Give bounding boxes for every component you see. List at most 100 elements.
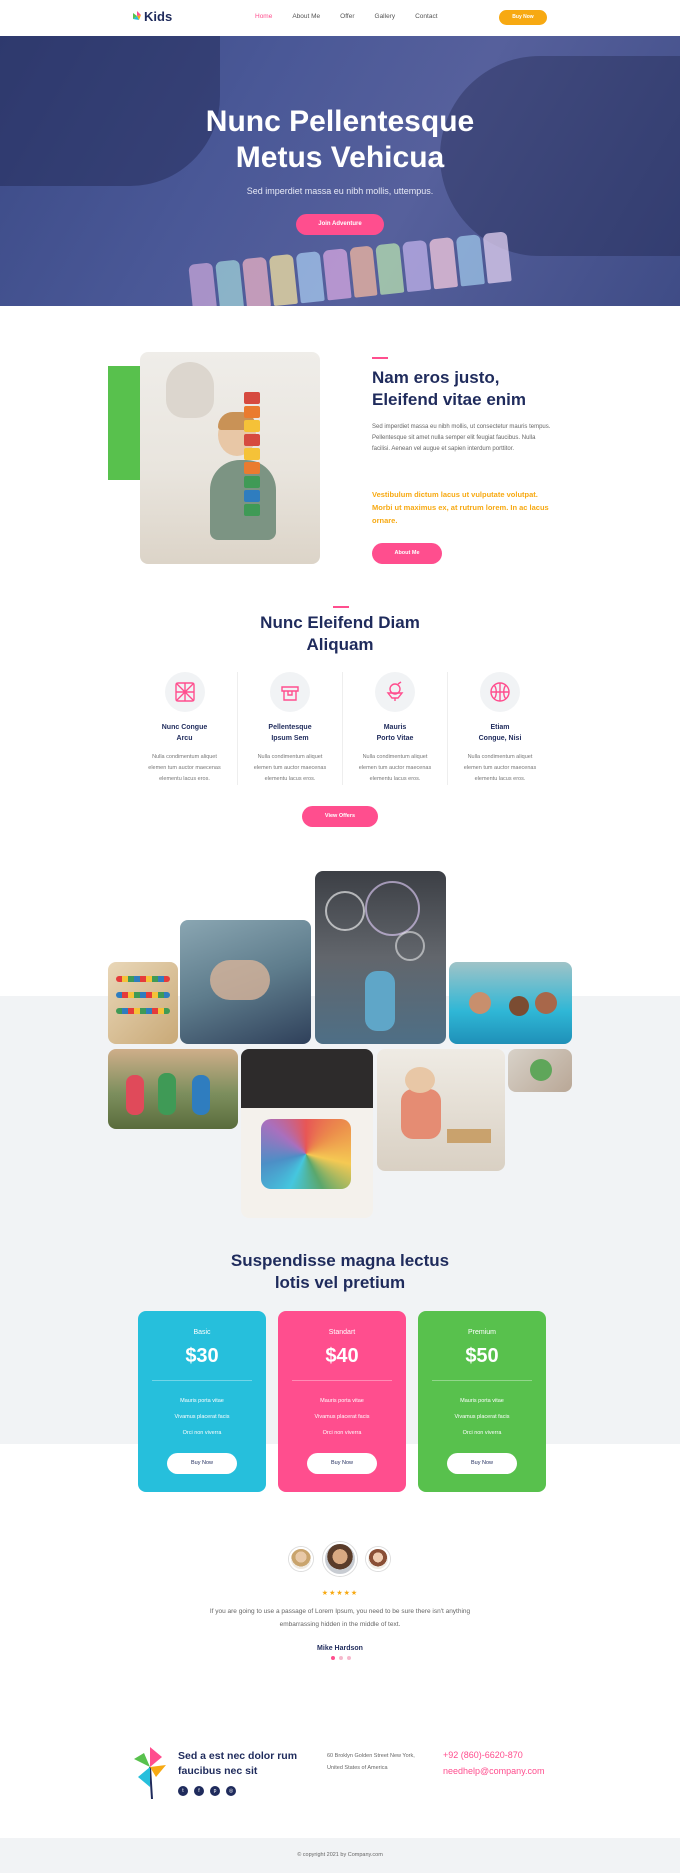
hero-title-line2: Metus Vehicua <box>235 141 445 174</box>
carousel-dot[interactable] <box>347 1656 351 1660</box>
avatar-active[interactable] <box>323 1542 357 1576</box>
feature-desc: Nulla condimentum aliquet elemen tum auc… <box>253 754 327 782</box>
nav-link-offer[interactable]: Offer <box>340 13 354 20</box>
gallery-photo-pool[interactable] <box>449 962 572 1044</box>
copyright-text: © copyright 2021 by Company.com <box>297 1852 383 1858</box>
plan-feature: Orci non viverra <box>182 1430 222 1436</box>
footer-title: Sed a est nec dolor rum faucibus nec sit <box>178 1750 298 1777</box>
about-photo <box>140 352 320 564</box>
feature-name: Nunc Congue Arcu <box>132 722 237 744</box>
buy-standart-button[interactable]: Buy Now <box>307 1453 377 1474</box>
ice-cream-icon <box>375 672 415 712</box>
feature-card: Mauris Porto Vitae Nulla condimentum aliq… <box>342 672 447 785</box>
pricing-title: Suspendisse magna lectus lotis vel preti… <box>0 1250 680 1294</box>
plan-feature: Mauris porta vitae <box>180 1398 224 1404</box>
plan-feature: Mauris porta vitae <box>460 1398 504 1404</box>
hero-title-line1: Nunc Pellentesque <box>205 105 475 138</box>
gallery-photo-running[interactable] <box>108 1049 238 1129</box>
feature-desc: Nulla condimentum aliquet elemen tum auc… <box>463 754 537 782</box>
landing-page: Kids Home About Me Offer Gallery Contact… <box>0 0 680 1873</box>
features-title-line1: Nunc Eleifend Diam <box>260 613 420 632</box>
block-tower <box>244 420 260 432</box>
plan-feature: Mauris porta vitae <box>320 1398 364 1404</box>
feature-name-line2: Porto Vitae <box>376 735 414 742</box>
basketball-icon <box>480 672 520 712</box>
gallery-photo-bubbles[interactable] <box>315 871 446 1044</box>
block-tower <box>244 392 260 404</box>
features-dash <box>333 606 349 608</box>
nav-link-contact[interactable]: Contact <box>415 13 437 20</box>
address-line2: United States of America <box>327 1765 388 1771</box>
gallery-photo-blocks[interactable] <box>180 920 311 1044</box>
plan-divider <box>292 1380 392 1381</box>
view-offers-button[interactable]: View Offers <box>302 806 378 827</box>
block-tower <box>244 448 260 460</box>
nav-link-about[interactable]: About Me <box>292 13 320 20</box>
footer-email[interactable]: needhelp@company.com <box>443 1766 545 1776</box>
feature-name-line2: Ipsum Sem <box>271 735 309 742</box>
plan-divider <box>152 1380 252 1381</box>
plan-feature: Orci non viverra <box>322 1430 362 1436</box>
gallery-photo-mask[interactable] <box>508 1049 572 1092</box>
plan-feature: Orci non viverra <box>462 1430 502 1436</box>
feature-card: Pellentesque Ipsum Sem Nulla condimentum … <box>237 672 342 785</box>
pricing-cards: Basic $30 Mauris porta vitae Vivamus pla… <box>138 1311 546 1492</box>
footer-address: 60 Broklyn Golden Street New York, Unite… <box>327 1750 437 1774</box>
feature-name: Pellentesque Ipsum Sem <box>238 722 342 744</box>
nav-link-gallery[interactable]: Gallery <box>375 13 396 20</box>
block-tower <box>244 490 260 502</box>
gallery-photo-abacus[interactable] <box>108 962 178 1044</box>
feature-name-line1: Pellentesque <box>268 724 312 731</box>
pinterest-icon[interactable]: p <box>210 1786 220 1796</box>
logo[interactable]: Kids <box>132 9 172 24</box>
about-text: Sed imperdiet massa eu nibh mollis, ut c… <box>372 424 551 452</box>
about-title-line2: Eleifend vitae enim <box>372 390 526 409</box>
join-adventure-button[interactable]: Join Adventure <box>296 214 384 235</box>
about-highlight: Vestibulum dictum lacus ut vulputate vol… <box>372 490 549 525</box>
plan-price: $40 <box>325 1345 359 1367</box>
hero-title: Nunc Pellentesque Metus Vehicua <box>0 104 680 176</box>
feature-card: Nunc Congue Arcu Nulla condimentum alique… <box>132 672 237 785</box>
block-tower <box>244 476 260 488</box>
logo-text: Kids <box>144 9 173 24</box>
avatar[interactable] <box>366 1547 390 1571</box>
avatar[interactable] <box>289 1547 313 1571</box>
feature-name: Etiam Congue, Nisi <box>448 722 552 744</box>
feature-name-line1: Nunc Congue <box>161 724 208 731</box>
buy-now-button[interactable]: Buy Now <box>499 10 547 25</box>
about-me-button[interactable]: About Me <box>372 543 442 564</box>
pinwheel-icon <box>134 1747 166 1799</box>
about-dash <box>372 357 388 359</box>
carousel-dots <box>331 1656 351 1660</box>
pricing-card-basic: Basic $30 Mauris porta vitae Vivamus pla… <box>138 1311 266 1492</box>
plan-price: $30 <box>185 1345 219 1367</box>
plan-feature: Vivamus placerat facis <box>454 1414 510 1420</box>
feature-desc: Nulla condimentum aliquet elemen tum auc… <box>148 754 221 782</box>
buy-premium-button[interactable]: Buy Now <box>447 1453 517 1474</box>
footer-phone[interactable]: +92 (860)-6620-870 <box>443 1750 523 1760</box>
twitter-icon[interactable]: t <box>178 1786 188 1796</box>
nav-links: Home About Me Offer Gallery Contact <box>255 13 438 20</box>
block-tower <box>244 462 260 474</box>
plan-feature: Vivamus placerat facis <box>314 1414 370 1420</box>
block-tower <box>244 504 260 516</box>
carousel-dot[interactable] <box>331 1656 335 1660</box>
ball-pit-icon <box>164 672 205 712</box>
pricing-card-standart: Standart $40 Mauris porta vitae Vivamus … <box>278 1311 406 1492</box>
about-title: Nam eros justo, Eleifend vitae enim <box>372 367 572 411</box>
buy-basic-button[interactable]: Buy Now <box>167 1453 237 1474</box>
gallery-photo-paper-art[interactable] <box>241 1049 373 1218</box>
plan-divider <box>432 1380 532 1381</box>
gallery-photo-wood-toys[interactable] <box>377 1049 505 1171</box>
instagram-icon[interactable]: ◎ <box>226 1786 236 1796</box>
social-links: t f p ◎ <box>178 1786 236 1796</box>
feature-card: Etiam Congue, Nisi Nulla condimentum aliq… <box>447 672 552 785</box>
nav-link-home[interactable]: Home <box>255 13 272 20</box>
about-title-line1: Nam eros justo, <box>372 368 500 387</box>
facebook-icon[interactable]: f <box>194 1786 204 1796</box>
plan-feature: Vivamus placerat facis <box>174 1414 230 1420</box>
toy-bear-shape <box>166 362 214 418</box>
address-line1: 60 Broklyn Golden Street New York, <box>327 1753 415 1759</box>
carousel-dot[interactable] <box>339 1656 343 1660</box>
feature-name-line2: Congue, Nisi <box>478 735 522 742</box>
